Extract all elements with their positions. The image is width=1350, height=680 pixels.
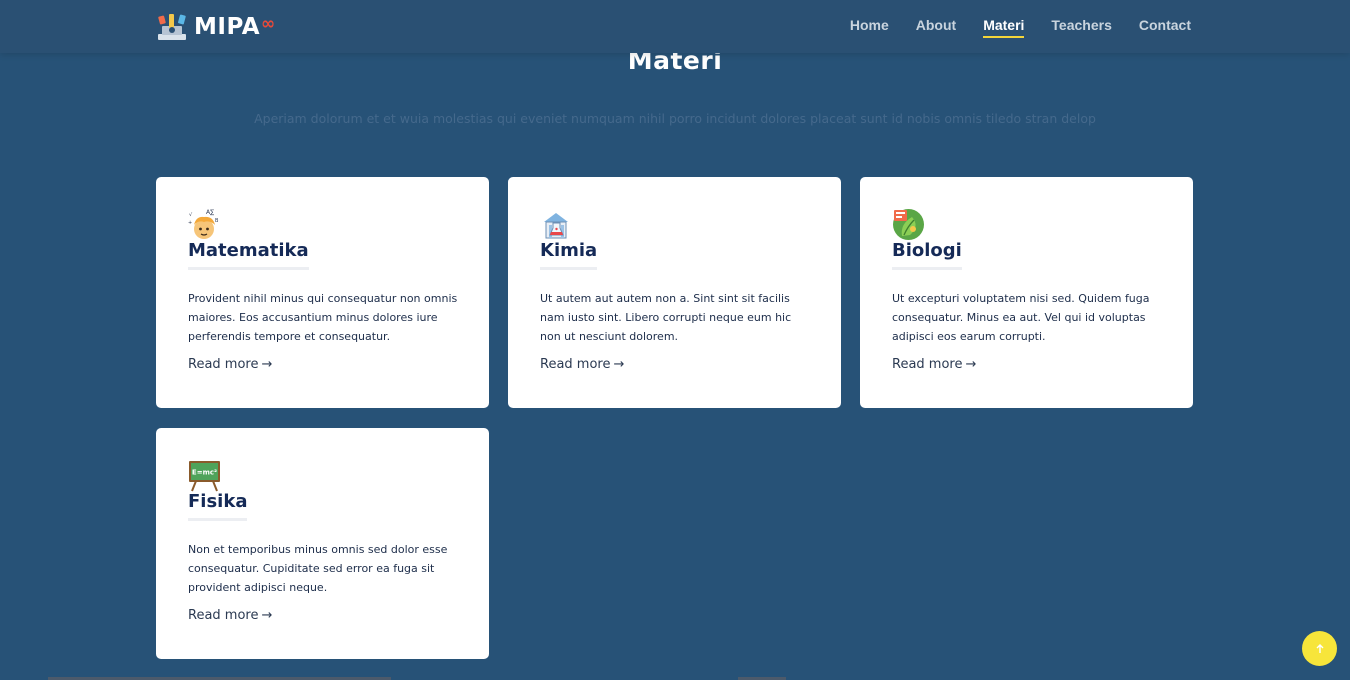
nav-about[interactable]: About: [916, 17, 956, 38]
card-description: Non et temporibus minus omnis sed dolor …: [188, 543, 448, 594]
physics-board-icon: E=mc²: [189, 461, 220, 492]
svg-text:B: B: [215, 218, 219, 224]
card-title: Matematika: [188, 240, 309, 270]
card-title: Biologi: [892, 240, 962, 270]
brand-logo[interactable]: MIPA ∞: [156, 12, 275, 42]
read-more-label: Read more: [188, 357, 259, 372]
card-description: Ut autem aut autem non a. Sint sint sit …: [540, 292, 792, 343]
read-more-label: Read more: [188, 608, 259, 623]
card-kimia: Kimia Ut autem aut autem non a. Sint sin…: [508, 177, 841, 408]
card-biologi: Biologi Ut excepturi voluptatem nisi sed…: [860, 177, 1193, 408]
nav-contact[interactable]: Contact: [1139, 17, 1191, 38]
nav-teachers[interactable]: Teachers: [1051, 17, 1111, 38]
nav-home[interactable]: Home: [850, 17, 889, 38]
read-more-link[interactable]: Read more →: [892, 357, 976, 372]
biology-leaf-icon: [893, 209, 924, 240]
site-header: MIPA ∞ Home About Materi Teachers Contac…: [0, 0, 1350, 53]
read-more-label: Read more: [540, 357, 611, 372]
brand-infinity-icon: ∞: [261, 14, 276, 34]
section-subtitle: Aperiam dolorum et et wuia molestias qui…: [254, 111, 1096, 126]
chemistry-lab-icon: [544, 213, 568, 239]
svg-text:A∑: A∑: [206, 209, 214, 216]
card-description: Provident nihil minus qui consequatur no…: [188, 292, 458, 343]
read-more-link[interactable]: Read more →: [188, 608, 272, 623]
read-more-link[interactable]: Read more →: [188, 357, 272, 372]
card-title: Kimia: [540, 240, 598, 270]
main-nav: Home About Materi Teachers Contact: [823, 17, 1191, 38]
nav-materi[interactable]: Materi: [983, 17, 1025, 38]
back-to-top-button[interactable]: [1302, 631, 1337, 666]
arrow-up-icon: [1316, 643, 1323, 653]
read-more-label: Read more: [892, 357, 963, 372]
science-logo-icon: [158, 14, 186, 40]
svg-text:√: √: [189, 212, 193, 218]
arrow-right-icon: →: [261, 357, 273, 372]
card-matematika: A∑ √ B + Matematika Provident nihil minu…: [156, 177, 489, 408]
card-title: Fisika: [188, 491, 248, 521]
read-more-link[interactable]: Read more →: [540, 357, 624, 372]
svg-text:+: +: [188, 220, 192, 226]
brand-name: MIPA: [194, 14, 260, 40]
math-student-icon: A∑ √ B +: [188, 209, 219, 239]
card-fisika: E=mc² Fisika Non et temporibus minus omn…: [156, 428, 489, 659]
arrow-right-icon: →: [965, 357, 977, 372]
arrow-right-icon: →: [261, 608, 273, 623]
arrow-right-icon: →: [613, 357, 625, 372]
card-description: Ut excepturi voluptatem nisi sed. Quidem…: [892, 292, 1150, 343]
board-formula: E=mc²: [192, 469, 217, 477]
